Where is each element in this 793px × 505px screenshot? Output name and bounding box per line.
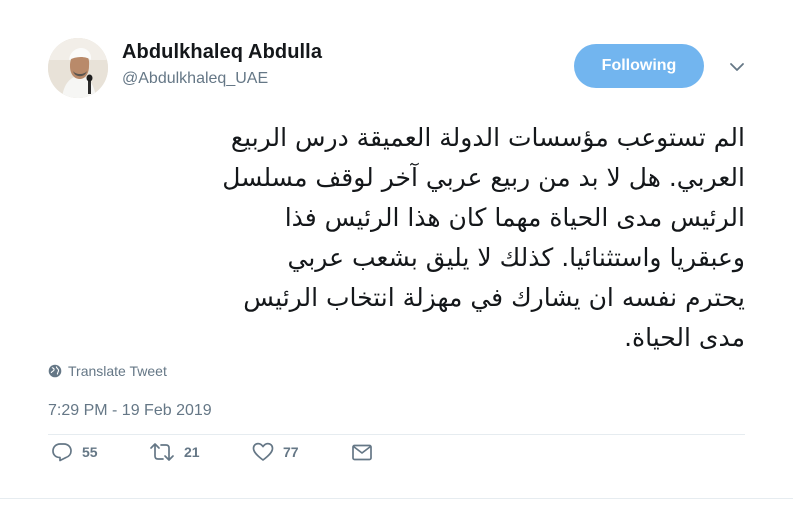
retweet-button[interactable]: 21: [149, 442, 200, 462]
translate-label: Translate Tweet: [68, 363, 167, 379]
following-button[interactable]: Following: [574, 44, 704, 88]
direct-message-button[interactable]: [351, 442, 373, 462]
like-button[interactable]: 77: [252, 442, 299, 462]
author-handle[interactable]: @Abdulkhaleq_UAE: [122, 70, 268, 88]
tweet-text-line: يحترم نفسه ان يشارك في مهزلة انتخاب الرئ…: [243, 283, 745, 312]
translate-tweet-link[interactable]: Translate Tweet: [48, 363, 167, 379]
tweet-text-line: الم تستوعب مؤسسات الدولة العميقة درس الر…: [230, 123, 745, 152]
reply-button[interactable]: 55: [51, 442, 98, 462]
heart-icon: [252, 442, 274, 461]
like-count: 77: [283, 444, 299, 460]
chevron-down-icon: [730, 63, 744, 71]
profile-photo-icon: [48, 38, 108, 98]
envelope-icon: [352, 444, 372, 461]
divider: [0, 498, 793, 499]
tweet-menu-button[interactable]: [726, 58, 748, 76]
tweet-card: Abdulkhaleq Abdulla @Abdulkhaleq_UAE Fol…: [0, 0, 793, 505]
tweet-text-line: وعبقريا واستثنائيا. كذلك لا يليق بشعب عر…: [287, 243, 745, 272]
author-name[interactable]: Abdulkhaleq Abdulla: [122, 41, 322, 64]
tweet-text-line: الرئيس مدى الحياة مهما كان هذا الرئيس فذ…: [284, 203, 745, 232]
globe-icon: [48, 364, 62, 378]
reply-icon: [52, 443, 72, 462]
retweet-icon: [150, 443, 174, 461]
retweet-count: 21: [184, 444, 200, 460]
tweet-text-line: مدى الحياة.: [624, 323, 745, 352]
tweet-timestamp[interactable]: 7:29 PM - 19 Feb 2019: [48, 402, 212, 420]
tweet-text: الم تستوعب مؤسسات الدولة العميقة درس الر…: [40, 118, 745, 358]
author-avatar[interactable]: [48, 38, 108, 98]
reply-count: 55: [82, 444, 98, 460]
divider: [48, 434, 745, 435]
tweet-text-line: العربي. هل لا بد من ربيع عربي آخر لوقف م…: [222, 163, 745, 192]
